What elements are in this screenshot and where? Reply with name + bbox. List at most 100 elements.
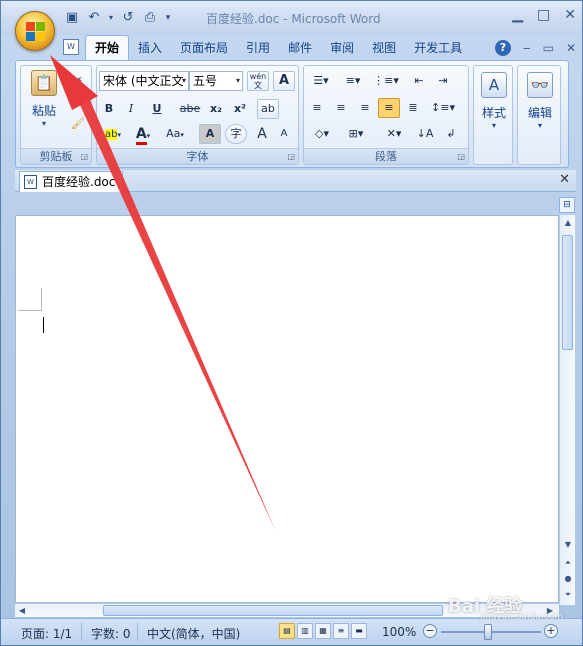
align-left-icon[interactable]: ≡ (306, 98, 328, 118)
shrink-font-button[interactable]: A (273, 124, 295, 144)
doc-restore-icon[interactable]: ▭ (543, 41, 554, 55)
full-screen-reading-icon[interactable]: ▥ (297, 623, 313, 639)
borders-button[interactable]: ⊞▾ (340, 124, 372, 144)
distributed-icon[interactable]: ≣ (402, 98, 424, 118)
zoom-in-icon[interactable]: + (544, 624, 558, 638)
clipboard-launcher-icon[interactable]: ◲ (80, 152, 88, 161)
subscript-button[interactable]: x₂ (205, 99, 227, 119)
previous-page-icon[interactable]: ⏶ (560, 555, 576, 571)
margin-corner-mark (18, 310, 42, 311)
redo-icon[interactable]: ↺ (119, 9, 137, 27)
strikethrough-button[interactable]: abe (177, 99, 203, 119)
draft-icon[interactable]: ▬ (351, 623, 367, 639)
doc-minimize-icon[interactable]: ‒ (523, 41, 531, 55)
page-count[interactable]: 页面: 1/1 (21, 625, 72, 642)
phonetic-guide-button[interactable]: wén 文 (247, 71, 269, 91)
tab-page-layout[interactable]: 页面布局 (171, 36, 237, 60)
font-launcher-icon[interactable]: ◲ (287, 152, 295, 161)
print-preview-icon[interactable]: ⎙ (141, 9, 159, 27)
highlight-button[interactable]: ab▾ (99, 124, 127, 144)
font-name-select[interactable]: 宋体 (中文正文 ▾ (99, 71, 189, 91)
chinese-layout-button[interactable]: ✕▾ (378, 124, 410, 144)
undo-icon[interactable]: ↶ (85, 9, 103, 27)
zoom-slider-knob[interactable] (484, 624, 492, 640)
outline-icon[interactable]: ≡ (333, 623, 349, 639)
format-painter-icon[interactable]: 🖌 (69, 114, 87, 134)
grow-font-button[interactable]: A (251, 124, 273, 144)
line-spacing-button[interactable]: ↕≡▾ (428, 98, 458, 118)
scroll-down-icon[interactable]: ▼ (560, 537, 576, 553)
view-ruler-icon[interactable]: ⊟ (559, 197, 575, 213)
paste-button[interactable]: 📋 粘贴 ▾ (25, 70, 63, 128)
doc-close-icon[interactable]: ✕ (566, 41, 576, 55)
tab-mailings[interactable]: 邮件 (279, 36, 321, 60)
copy-icon[interactable]: ⧉ (69, 92, 87, 112)
undo-dropdown-icon[interactable]: ▾ (107, 9, 115, 27)
numbering-button[interactable]: ≡▾ (338, 71, 368, 91)
minimize-icon[interactable]: ▁ (512, 7, 523, 23)
scroll-left-icon[interactable]: ◀ (15, 604, 29, 618)
print-layout-icon[interactable]: ▤ (279, 623, 295, 639)
change-case-button[interactable]: Aa▾ (159, 124, 191, 144)
browse-object-icon[interactable]: ● (560, 571, 576, 587)
document-tab[interactable]: W 百度经验.doc (19, 171, 123, 192)
bold-button[interactable]: B (99, 99, 119, 119)
show-marks-icon[interactable]: ↲ (440, 124, 462, 144)
decrease-indent-icon[interactable]: ⇤ (408, 71, 430, 91)
styles-button[interactable]: A 样式 ▾ (477, 72, 511, 130)
help-icon[interactable]: ? (494, 40, 511, 56)
tab-review[interactable]: 审阅 (321, 36, 363, 60)
shading-button[interactable]: ◇▾ (306, 124, 338, 144)
horizontal-scroll-thumb[interactable] (103, 605, 443, 616)
clear-format-button[interactable]: A (273, 71, 295, 91)
vertical-scrollbar[interactable]: ▲ ▼ ⏶ ● ⏷ (559, 215, 575, 605)
ribbon-window-controls: ? ‒ ▭ ✕ (494, 40, 576, 56)
next-page-icon[interactable]: ⏷ (560, 587, 576, 603)
language-indicator[interactable]: 中文(简体，中国) (147, 625, 240, 642)
cut-icon[interactable]: ✂ (69, 70, 87, 90)
increase-indent-icon[interactable]: ⇥ (432, 71, 454, 91)
web-layout-icon[interactable]: ▦ (315, 623, 331, 639)
enclose-characters-button[interactable]: 字 (225, 124, 247, 144)
character-shading-button[interactable]: A (199, 124, 221, 144)
align-right-icon[interactable]: ≡ (354, 98, 376, 118)
font-size-select[interactable]: 五号 ▾ (189, 71, 243, 91)
close-icon[interactable]: ✕ (564, 7, 576, 23)
font-group-label: 字体 (97, 148, 298, 164)
ribbon-home: 📋 粘贴 ▾ ✂ ⧉ 🖌 剪贴板 ◲ 宋体 (中文正文 ▾ 五号 ▾ wén 文 A… (15, 60, 569, 168)
close-document-tab-icon[interactable]: ✕ (559, 172, 570, 187)
tab-view[interactable]: 视图 (363, 36, 405, 60)
text-cursor (43, 317, 44, 333)
align-center-icon[interactable]: ≡ (330, 98, 352, 118)
zoom-out-icon[interactable]: − (423, 624, 437, 638)
ribbon-tabs: 开始 插入 页面布局 引用 邮件 审阅 视图 开发工具 (85, 35, 471, 60)
tab-references[interactable]: 引用 (237, 36, 279, 60)
tab-insert[interactable]: 插入 (129, 36, 171, 60)
save-icon[interactable]: ▣ (63, 9, 81, 27)
tab-developer[interactable]: 开发工具 (405, 36, 471, 60)
word-count[interactable]: 字数: 0 (91, 625, 131, 642)
superscript-button[interactable]: x² (229, 99, 251, 119)
italic-button[interactable]: I (121, 99, 141, 119)
editing-button[interactable]: 👓 编辑 ▾ (522, 72, 558, 130)
text-effects-icon[interactable]: ab (257, 99, 279, 119)
vertical-scroll-thumb[interactable] (562, 235, 573, 350)
margin-corner-mark (41, 288, 42, 310)
document-page[interactable] (15, 215, 559, 603)
bullets-button[interactable]: ☰▾ (306, 71, 336, 91)
underline-button[interactable]: U (143, 99, 171, 119)
scroll-up-icon[interactable]: ▲ (560, 215, 576, 231)
justify-icon[interactable]: ≡ (378, 98, 400, 118)
document-icon[interactable]: W (63, 39, 79, 55)
multilevel-list-button[interactable]: ⋮≡▾ (370, 71, 402, 91)
office-logo-icon (26, 22, 46, 42)
font-color-button[interactable]: A▾ (129, 124, 157, 145)
office-button[interactable] (15, 11, 55, 51)
sort-icon[interactable]: ↓A (414, 124, 436, 144)
zoom-level[interactable]: 100% (382, 625, 416, 639)
customize-qat-icon[interactable]: ▾ (163, 9, 173, 27)
tab-home[interactable]: 开始 (85, 35, 130, 60)
clipboard-group: 📋 粘贴 ▾ ✂ ⧉ 🖌 剪贴板 ◲ (20, 65, 92, 165)
maximize-icon[interactable]: □ (537, 7, 550, 23)
paragraph-launcher-icon[interactable]: ◲ (457, 152, 465, 161)
